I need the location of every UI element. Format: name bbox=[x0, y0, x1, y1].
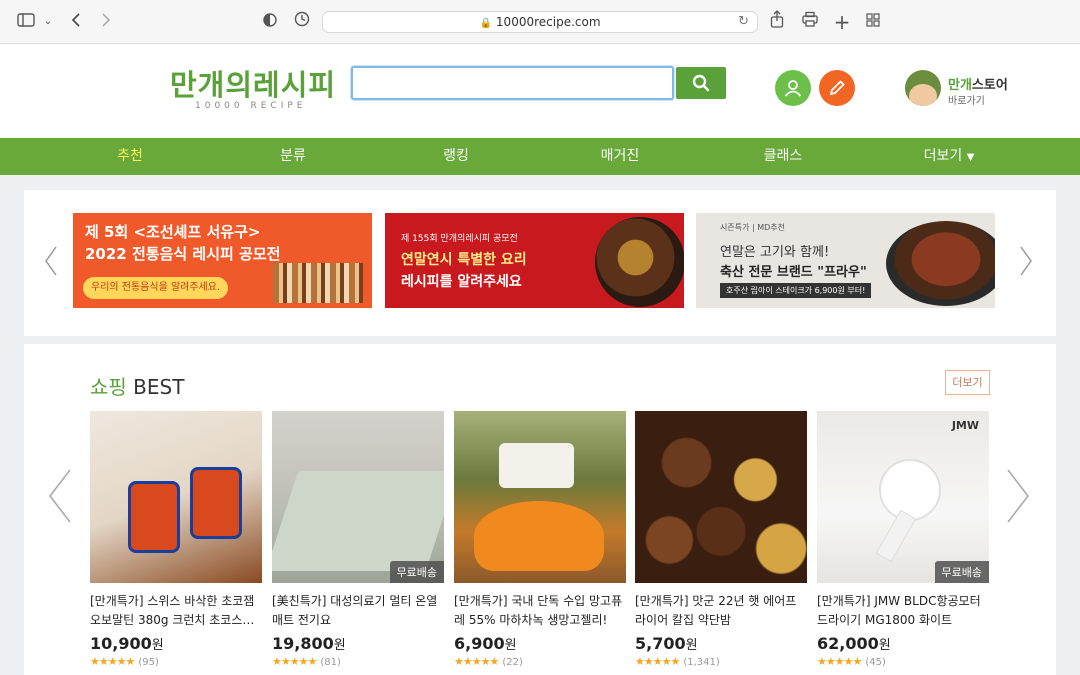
review-count: (45) bbox=[865, 657, 886, 668]
product-name: [만개특가] JMW BLDC항공모터 드라이기 MG1800 화이트 bbox=[817, 594, 981, 627]
chevron-down-icon: ▼ bbox=[966, 152, 975, 163]
free-shipping-badge: 무료배송 bbox=[934, 561, 989, 583]
main-nav: 추천 분류 랭킹 매거진 클래스 더보기 ▼ bbox=[0, 138, 1080, 175]
history-icon[interactable] bbox=[290, 10, 314, 34]
forward-icon[interactable] bbox=[94, 10, 118, 34]
product-card[interactable]: [만개특가] 맛군 22년 햇 에어프라이어 칼집 약단밤 5,700원 ★★★… bbox=[635, 411, 807, 668]
pencil-icon bbox=[829, 80, 845, 96]
product-price: 5,700원 bbox=[635, 634, 698, 653]
search-button[interactable] bbox=[676, 67, 726, 99]
share-icon[interactable] bbox=[765, 10, 789, 34]
banner-small: 시즌특가 | MD추천 bbox=[720, 223, 786, 232]
browser-toolbar: ⌄ 🔒 10000recipe.com ↻ + bbox=[0, 0, 1080, 44]
rating-stars: ★★★★★ (1,341) bbox=[635, 655, 720, 668]
product-card[interactable]: [만개특가] 국내 단독 수입 망고퓨레 55% 마하차녹 생망고젤리! 6,9… bbox=[454, 411, 626, 668]
banner-title-1: 연말연시 특별한 요리 bbox=[401, 252, 527, 268]
review-count: (81) bbox=[320, 657, 341, 668]
product-price: 19,800원 bbox=[272, 634, 346, 653]
banner-small: 제 155회 만개의레시피 공모전 bbox=[401, 234, 518, 244]
banner-prev-arrow[interactable] bbox=[44, 245, 58, 284]
banner-carousel: 제 5회 <조선셰프 서유구> 2022 전통음식 레시피 공모전 우리의 전통… bbox=[24, 190, 1056, 336]
product-image bbox=[454, 411, 626, 583]
banner-meat-brand[interactable]: 시즌특가 | MD추천 연말은 고기와 함께! 축산 전문 브랜드 "프라우" … bbox=[696, 213, 995, 308]
product-name: [美친특가] 대성의료기 멀티 온열매트 전기요 bbox=[272, 594, 438, 627]
banner-title-2: 레시피를 알려주세요 bbox=[401, 274, 522, 290]
product-name: [만개특가] 국내 단독 수입 망고퓨레 55% 마하차녹 생망고젤리! bbox=[454, 594, 623, 627]
shop-prev-arrow[interactable] bbox=[48, 468, 72, 532]
shield-icon[interactable] bbox=[258, 10, 282, 34]
review-count: (95) bbox=[138, 657, 159, 668]
rating-stars: ★★★★★ (45) bbox=[817, 655, 886, 668]
banner-contest-traditional[interactable]: 제 5회 <조선셰프 서유구> 2022 전통음식 레시피 공모전 우리의 전통… bbox=[73, 213, 372, 308]
rating-stars: ★★★★★ (22) bbox=[454, 655, 523, 668]
product-name: [만개특가] 맛군 22년 햇 에어프라이어 칼집 약단밤 bbox=[635, 594, 797, 627]
store-name: 만개스토어 bbox=[948, 78, 1008, 93]
shop-next-arrow[interactable] bbox=[1006, 468, 1030, 532]
product-image bbox=[635, 411, 807, 583]
banner-title-2: 2022 전통음식 레시피 공모전 bbox=[85, 245, 281, 263]
banner-next-arrow[interactable] bbox=[1019, 245, 1033, 284]
product-name: [만개특가] 스위스 바삭한 초코잼 오보말틴 380g 크런치 초코스… bbox=[90, 594, 255, 627]
nav-more-label: 더보기 bbox=[923, 148, 963, 164]
site-logo[interactable]: 만개의레시피 bbox=[170, 62, 336, 104]
product-card[interactable]: 무료배송 [美친특가] 대성의료기 멀티 온열매트 전기요 19,800원 ★★… bbox=[272, 411, 444, 668]
write-recipe-button[interactable] bbox=[819, 70, 855, 106]
product-price: 62,000원 bbox=[817, 634, 891, 653]
nav-item-class[interactable]: 클래스 bbox=[723, 138, 843, 175]
product-image: 무료배송 bbox=[272, 411, 444, 583]
banner-steak-image bbox=[886, 221, 995, 306]
product-card[interactable]: [만개특가] 스위스 바삭한 초코잼 오보말틴 380g 크런치 초코스… 10… bbox=[90, 411, 262, 668]
banner-books-image bbox=[273, 263, 363, 303]
product-card[interactable]: JMW 무료배송 [만개특가] JMW BLDC항공모터 드라이기 MG1800… bbox=[817, 411, 989, 668]
sidebar-icon[interactable] bbox=[14, 10, 38, 34]
new-tab-icon[interactable]: + bbox=[830, 10, 854, 34]
nav-item-category[interactable]: 분류 bbox=[233, 138, 353, 175]
product-price: 10,900원 bbox=[90, 634, 164, 653]
section-title: 쇼핑 BEST bbox=[90, 375, 185, 399]
nav-item-recommend[interactable]: 추천 bbox=[70, 138, 190, 175]
user-button[interactable] bbox=[775, 70, 811, 106]
more-button[interactable]: 더보기 bbox=[945, 370, 990, 395]
rating-stars: ★★★★★ (95) bbox=[90, 655, 159, 668]
reload-icon[interactable]: ↻ bbox=[738, 12, 749, 32]
review-count: (22) bbox=[502, 657, 523, 668]
site-header: 만개의레시피 10000 RECIPE 만개스토어 바로가기 bbox=[0, 44, 1080, 138]
site-logo-subtitle: 10000 RECIPE bbox=[195, 101, 307, 111]
banner-dish-image bbox=[595, 217, 684, 307]
address-bar[interactable]: 🔒 10000recipe.com ↻ bbox=[322, 11, 758, 33]
banner-title-1: 제 5회 <조선셰프 서유구> bbox=[85, 223, 261, 241]
rating-stars: ★★★★★ (81) bbox=[272, 655, 341, 668]
review-count: (1,341) bbox=[683, 657, 720, 668]
search-input[interactable] bbox=[351, 66, 674, 100]
store-link[interactable]: 만개스토어 바로가기 bbox=[905, 70, 1035, 110]
back-icon[interactable] bbox=[64, 10, 88, 34]
product-image: JMW 무료배송 bbox=[817, 411, 989, 583]
chevron-down-icon[interactable]: ⌄ bbox=[36, 10, 60, 34]
brand-logo: JMW bbox=[951, 419, 979, 432]
banner-contest-yearend[interactable]: 제 155회 만개의레시피 공모전 연말연시 특별한 요리 레시피를 알려주세요 bbox=[385, 213, 684, 308]
product-price: 6,900원 bbox=[454, 634, 517, 653]
shopping-best-section: 쇼핑 BEST 더보기 [만개특가] 스위스 바삭한 초코잼 오보말틴 380g… bbox=[24, 344, 1056, 675]
tab-overview-icon[interactable] bbox=[861, 10, 885, 34]
nav-item-magazine[interactable]: 매거진 bbox=[560, 138, 680, 175]
lock-icon: 🔒 bbox=[479, 18, 492, 29]
store-mascot-icon bbox=[905, 70, 941, 106]
banner-pill: 우리의 전통음식을 알려주세요. bbox=[83, 277, 229, 299]
product-image bbox=[90, 411, 262, 583]
free-shipping-badge: 무료배송 bbox=[389, 561, 444, 583]
nav-item-more[interactable]: 더보기 ▼ bbox=[889, 138, 1009, 175]
banner-title-2: 축산 전문 브랜드 "프라우" bbox=[720, 265, 867, 280]
user-icon bbox=[784, 80, 802, 97]
print-icon[interactable] bbox=[798, 10, 822, 34]
search-icon bbox=[692, 74, 710, 92]
nav-item-ranking[interactable]: 랭킹 bbox=[396, 138, 516, 175]
banner-tag: 호주산 립아이 스테이크가 6,900원 부터! bbox=[720, 283, 872, 298]
banner-title-1: 연말은 고기와 함께! bbox=[720, 245, 830, 260]
url-text: 10000recipe.com bbox=[495, 15, 601, 29]
store-link-label: 바로가기 bbox=[948, 96, 985, 107]
